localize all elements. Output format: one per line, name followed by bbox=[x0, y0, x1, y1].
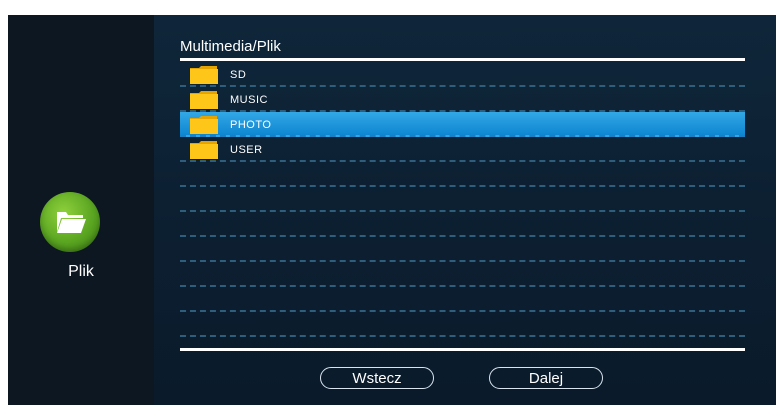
main-panel: Multimedia/Plik SD MUSIC PHOTO USER Wste… bbox=[154, 15, 776, 405]
list-item-sd[interactable]: SD bbox=[180, 62, 745, 87]
folder-icon bbox=[190, 141, 218, 159]
file-list: SD MUSIC PHOTO USER bbox=[180, 62, 745, 337]
empty-row bbox=[180, 212, 745, 237]
list-item-label: SD bbox=[230, 69, 247, 81]
list-item-photo[interactable]: PHOTO bbox=[180, 112, 745, 137]
empty-row bbox=[180, 162, 745, 187]
path-title: Multimedia/Plik bbox=[180, 38, 281, 55]
device-screen: Plik Multimedia/Plik SD MUSIC PHOTO USER… bbox=[8, 15, 776, 405]
empty-row bbox=[180, 187, 745, 212]
sidebar-label: Plik bbox=[68, 263, 94, 280]
folder-icon bbox=[190, 66, 218, 84]
folder-open-icon[interactable] bbox=[40, 192, 100, 252]
list-item-label: MUSIC bbox=[230, 94, 268, 106]
folder-icon bbox=[190, 91, 218, 109]
back-button[interactable]: Wstecz bbox=[320, 367, 434, 389]
list-item-user[interactable]: USER bbox=[180, 137, 745, 162]
empty-row bbox=[180, 312, 745, 337]
next-button[interactable]: Dalej bbox=[489, 367, 603, 389]
sidebar: Plik bbox=[8, 15, 154, 405]
bottom-divider bbox=[180, 348, 745, 351]
folder-icon bbox=[190, 116, 218, 134]
list-item-label: PHOTO bbox=[230, 119, 272, 131]
empty-row bbox=[180, 287, 745, 312]
top-divider bbox=[180, 58, 745, 61]
list-item-music[interactable]: MUSIC bbox=[180, 87, 745, 112]
folder-open-glyph bbox=[57, 212, 86, 233]
empty-row bbox=[180, 262, 745, 287]
list-item-label: USER bbox=[230, 144, 263, 156]
empty-row bbox=[180, 237, 745, 262]
